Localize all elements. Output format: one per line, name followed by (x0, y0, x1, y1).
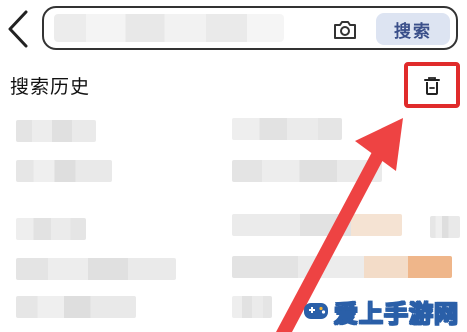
camera-icon (334, 21, 356, 39)
clear-history-button[interactable] (404, 62, 460, 108)
search-input[interactable] (54, 14, 284, 42)
history-item[interactable] (16, 160, 112, 182)
history-item[interactable] (232, 160, 382, 182)
trash-icon (424, 77, 440, 95)
search-bar: 搜索 (42, 6, 458, 50)
history-item[interactable] (232, 118, 342, 140)
history-item[interactable] (430, 216, 460, 238)
history-item[interactable] (16, 296, 136, 318)
search-history-title: 搜索历史 (10, 76, 91, 98)
history-item[interactable] (16, 258, 176, 280)
history-item[interactable] (16, 218, 86, 240)
search-button[interactable]: 搜索 (376, 13, 450, 45)
history-item[interactable] (232, 256, 452, 278)
history-item[interactable] (232, 214, 402, 236)
camera-button[interactable] (332, 18, 358, 42)
history-item[interactable] (16, 120, 96, 142)
back-chevron-icon (8, 10, 28, 48)
search-history-list (0, 116, 467, 332)
history-item[interactable] (232, 296, 272, 318)
back-button[interactable] (6, 8, 32, 50)
